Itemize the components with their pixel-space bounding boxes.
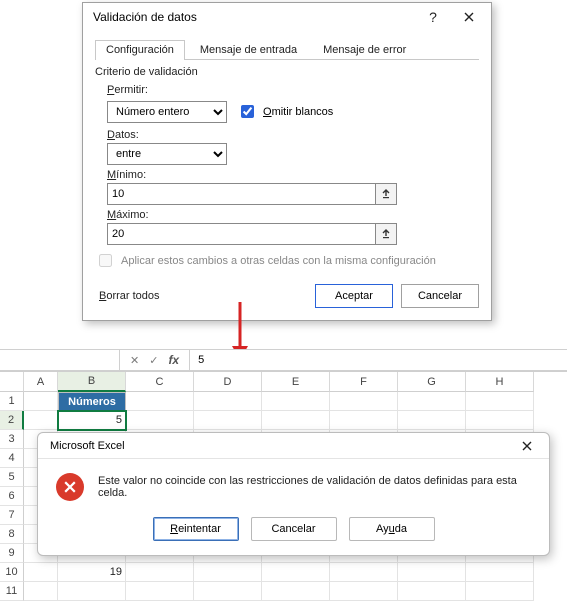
cell[interactable] — [398, 411, 466, 430]
col-header-d[interactable]: D — [194, 372, 262, 392]
cell[interactable] — [194, 392, 262, 411]
cell[interactable] — [194, 411, 262, 430]
max-input[interactable] — [107, 223, 375, 245]
row-header[interactable]: 3 — [0, 430, 24, 449]
cell[interactable] — [466, 392, 534, 411]
max-label: Máximo: — [107, 209, 479, 221]
row-header[interactable]: 10 — [0, 563, 24, 582]
clear-all-button[interactable]: Borrar todos — [95, 290, 164, 302]
col-header-c[interactable]: C — [126, 372, 194, 392]
row-header[interactable]: 7 — [0, 506, 24, 525]
cell[interactable] — [24, 563, 58, 582]
retry-button[interactable]: Reintentar — [153, 517, 239, 541]
row-header[interactable]: 11 — [0, 582, 24, 601]
tab-configuration[interactable]: Configuración — [95, 40, 185, 60]
tab-input-message[interactable]: Mensaje de entrada — [189, 40, 308, 60]
cell[interactable]: 5 — [58, 411, 126, 430]
cell[interactable] — [126, 411, 194, 430]
cancel-entry-icon[interactable]: ✕ — [130, 354, 139, 367]
cell[interactable] — [330, 392, 398, 411]
tab-error-message[interactable]: Mensaje de error — [312, 40, 417, 60]
error-message: Este valor no coincide con las restricci… — [98, 475, 531, 499]
cell[interactable] — [126, 563, 194, 582]
cell[interactable] — [24, 411, 58, 430]
max-range-picker[interactable] — [375, 223, 397, 245]
allow-label: Permitir: — [107, 84, 479, 96]
cell[interactable] — [126, 392, 194, 411]
cell[interactable] — [398, 563, 466, 582]
data-select[interactable]: entre — [107, 143, 227, 165]
cell[interactable] — [58, 582, 126, 601]
error-icon — [56, 473, 84, 501]
row-header[interactable]: 6 — [0, 487, 24, 506]
cell[interactable] — [466, 411, 534, 430]
select-all-corner[interactable] — [0, 372, 24, 392]
help-button[interactable]: Ayuda — [349, 517, 435, 541]
col-header-f[interactable]: F — [330, 372, 398, 392]
cell[interactable] — [330, 411, 398, 430]
cell[interactable] — [262, 411, 330, 430]
cell[interactable] — [330, 582, 398, 601]
table-header-cell[interactable]: Números — [58, 392, 126, 411]
allow-select[interactable]: Número entero — [107, 101, 227, 123]
cell[interactable] — [24, 392, 58, 411]
cell[interactable] — [398, 582, 466, 601]
cell[interactable] — [194, 563, 262, 582]
error-dialog: Microsoft Excel Este valor no coincide c… — [37, 432, 550, 556]
cell[interactable] — [330, 563, 398, 582]
row-header[interactable]: 9 — [0, 544, 24, 563]
col-header-b[interactable]: B — [58, 372, 126, 392]
min-range-picker[interactable] — [375, 183, 397, 205]
error-dialog-titlebar: Microsoft Excel — [38, 433, 549, 459]
row-header[interactable]: 1 — [0, 392, 24, 411]
formula-bar: ✕ ✓ fx 5 — [0, 349, 567, 371]
cell[interactable] — [262, 392, 330, 411]
cell[interactable] — [194, 582, 262, 601]
tabstrip: Configuración Mensaje de entrada Mensaje… — [95, 39, 479, 60]
criteria-section-label: Criterio de validación — [95, 66, 479, 78]
data-validation-dialog: Validación de datos Configuración Mensaj… — [82, 2, 492, 321]
help-button[interactable] — [415, 5, 451, 29]
col-header-a[interactable]: A — [24, 372, 58, 392]
cell[interactable]: 19 — [58, 563, 126, 582]
cell[interactable] — [262, 582, 330, 601]
dialog-titlebar: Validación de datos — [83, 3, 491, 31]
row-header[interactable]: 8 — [0, 525, 24, 544]
col-header-g[interactable]: G — [398, 372, 466, 392]
insert-function-icon[interactable]: fx — [168, 353, 179, 367]
cell[interactable] — [466, 563, 534, 582]
cell[interactable] — [126, 582, 194, 601]
cell[interactable] — [466, 582, 534, 601]
dialog-title: Validación de datos — [93, 10, 415, 24]
data-label: Datos: — [107, 129, 479, 141]
col-header-e[interactable]: E — [262, 372, 330, 392]
cell[interactable] — [398, 392, 466, 411]
close-button[interactable] — [451, 5, 487, 29]
ok-button[interactable]: Aceptar — [315, 284, 393, 308]
cancel-button[interactable]: Cancelar — [401, 284, 479, 308]
confirm-entry-icon[interactable]: ✓ — [149, 354, 158, 367]
omit-blanks-checkbox[interactable]: Omitir blancos — [237, 102, 333, 121]
min-label: Mínimo: — [107, 169, 479, 181]
row-header[interactable]: 5 — [0, 468, 24, 487]
min-input[interactable] — [107, 183, 375, 205]
row-header[interactable]: 4 — [0, 449, 24, 468]
name-box[interactable] — [0, 350, 120, 370]
error-dialog-title: Microsoft Excel — [50, 440, 509, 452]
cell[interactable] — [24, 582, 58, 601]
cell[interactable] — [262, 563, 330, 582]
formula-input[interactable]: 5 — [190, 350, 567, 370]
error-cancel-button[interactable]: Cancelar — [251, 517, 337, 541]
error-close-button[interactable] — [509, 434, 545, 458]
col-header-h[interactable]: H — [466, 372, 534, 392]
apply-to-others-checkbox[interactable]: Aplicar estos cambios a otras celdas con… — [95, 251, 479, 270]
row-header[interactable]: 2 — [0, 411, 24, 430]
